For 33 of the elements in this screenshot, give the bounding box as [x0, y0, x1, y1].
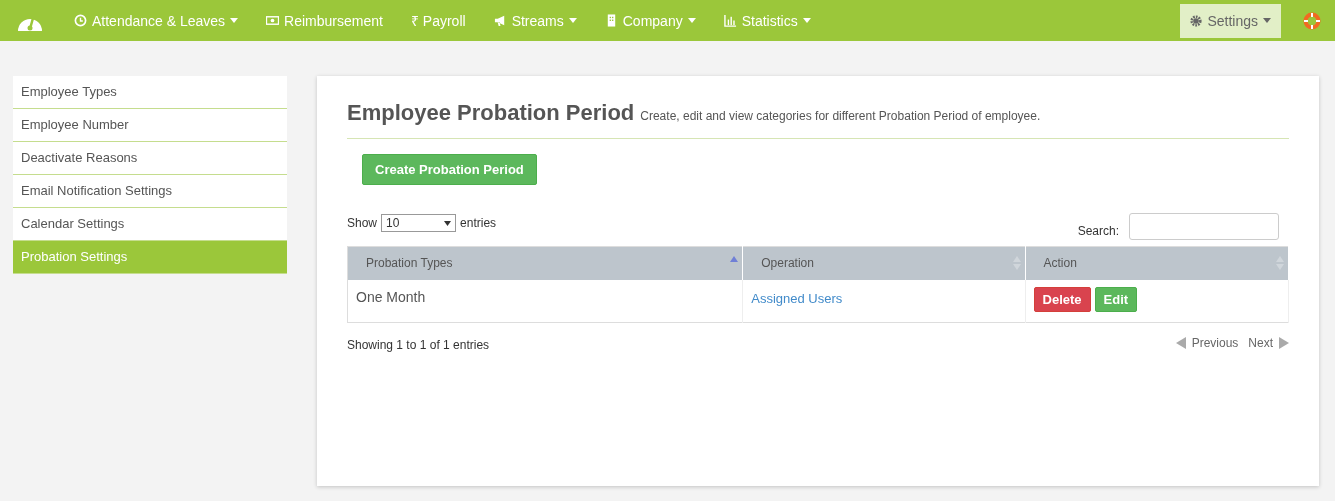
delete-button[interactable]: Delete: [1033, 286, 1091, 312]
search-label: Search:: [1077, 223, 1119, 238]
megaphone-icon: [493, 14, 507, 27]
table-cell: One Month: [347, 279, 743, 323]
page-title: Employee Probation Period: [347, 100, 635, 126]
previous-link[interactable]: Previous: [1175, 335, 1239, 350]
gear-icon: [1190, 14, 1203, 27]
show-label: Show: [347, 216, 378, 230]
bar-chart-icon: [723, 14, 737, 27]
banknote-icon: [266, 14, 280, 27]
lifebuoy-icon[interactable]: [1303, 11, 1321, 30]
caret-icon: [1263, 18, 1271, 23]
caret-icon: [687, 18, 696, 23]
next-link[interactable]: Next: [1248, 335, 1289, 350]
entries-select[interactable]: 10: [381, 214, 457, 232]
table-info: Showing 1 to 1 of 1 entries: [347, 338, 490, 352]
assigned-users-link[interactable]: Assigned Users: [751, 290, 843, 306]
caret-icon: [568, 18, 577, 23]
edit-button[interactable]: Edit: [1094, 286, 1138, 312]
caret-icon: [802, 18, 811, 23]
create-button[interactable]: Create Probation Period: [362, 154, 537, 185]
settings-menu[interactable]: Settings: [1180, 3, 1281, 38]
caret-icon: [444, 220, 452, 226]
page-subtitle: Create, edit and view categories for different Probation Period of employee.: [640, 109, 1041, 123]
column-header[interactable]: Action: [1025, 246, 1289, 280]
caret-icon: [230, 18, 239, 23]
clock-icon: [74, 14, 87, 27]
column-header[interactable]: Operation: [742, 246, 1025, 280]
search-field[interactable]: [1129, 213, 1279, 240]
column-header[interactable]: Probation Types: [347, 246, 743, 280]
left-arrow-icon: [1175, 336, 1186, 349]
entries-label: entries: [460, 216, 497, 230]
right-arrow-icon: [1279, 336, 1289, 349]
